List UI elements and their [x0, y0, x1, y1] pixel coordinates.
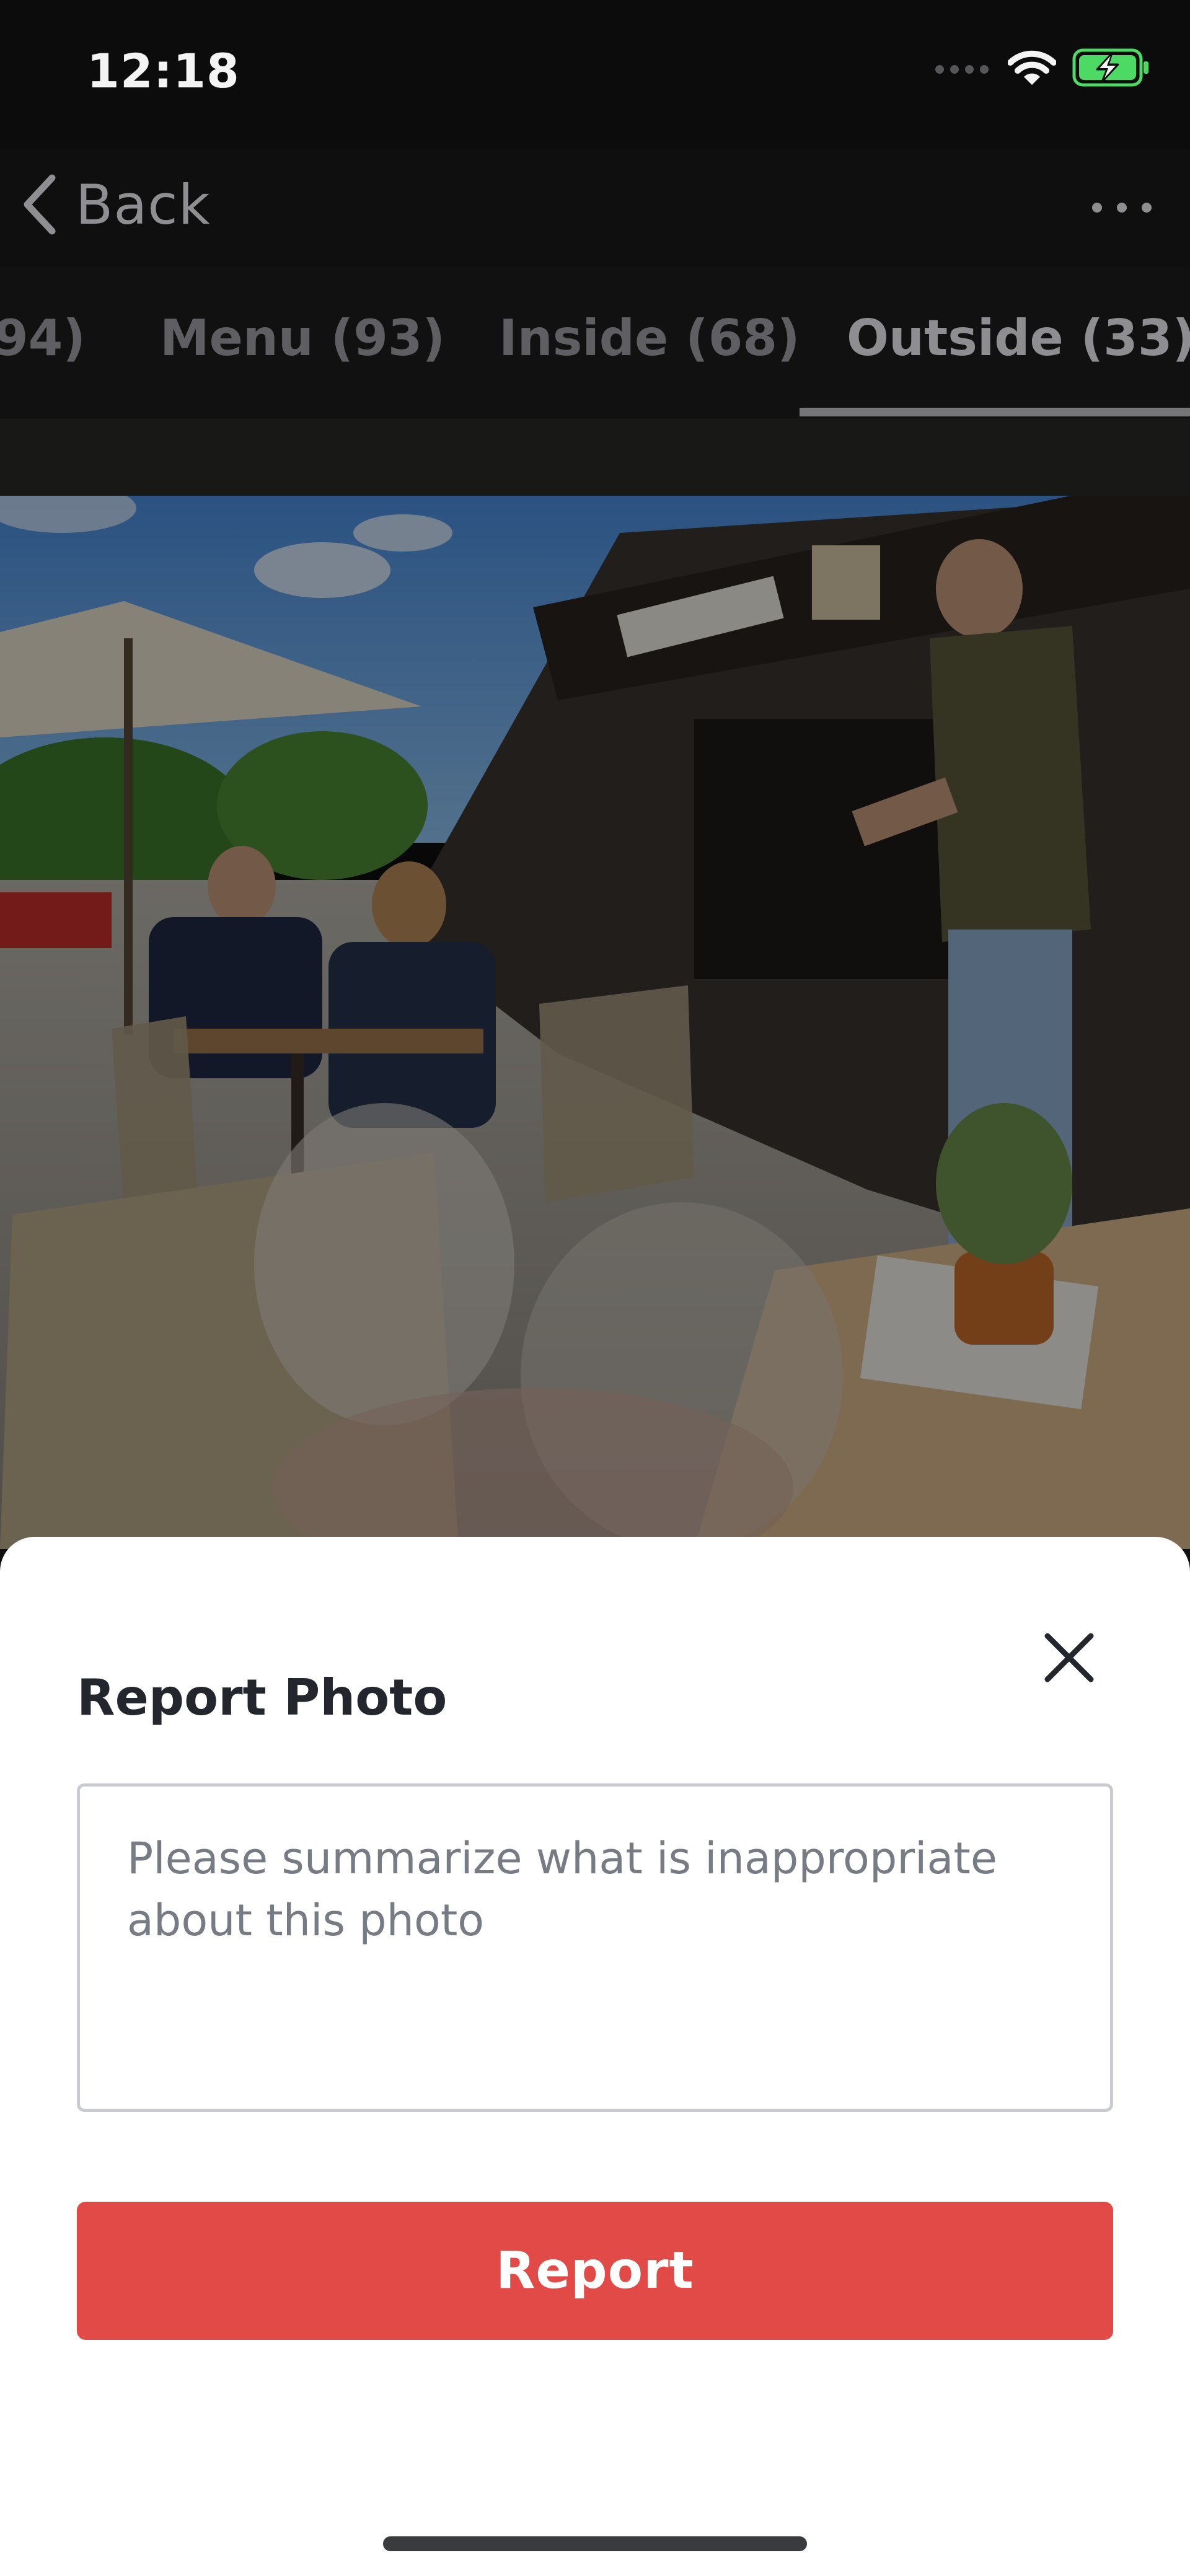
- photo-header-strip: [0, 418, 1190, 496]
- photo-category-tabs: 94) Menu (93) Inside (68) Outside (33): [0, 266, 1190, 418]
- more-horizontal-icon: [1092, 203, 1152, 213]
- photo-illustration: [0, 496, 1190, 1549]
- nav-bar: Back: [0, 149, 1190, 266]
- back-label: Back: [76, 172, 211, 237]
- tab-inside[interactable]: Inside (68): [499, 301, 800, 376]
- report-reason-textarea[interactable]: [77, 1783, 1113, 2112]
- tab-menu[interactable]: Menu (93): [160, 301, 445, 376]
- cellular-signal-icon: [935, 65, 989, 74]
- back-button[interactable]: Back: [22, 167, 211, 242]
- gallery-photo[interactable]: [0, 496, 1190, 1549]
- close-sheet-button[interactable]: [1035, 1624, 1103, 1692]
- status-time: 12:18: [87, 43, 240, 99]
- chevron-left-icon: [24, 174, 56, 235]
- home-indicator[interactable]: [383, 2536, 807, 2551]
- tab-outside[interactable]: Outside (33): [847, 301, 1190, 376]
- report-button[interactable]: Report: [77, 2202, 1113, 2340]
- status-bar: 12:18: [0, 0, 1190, 149]
- more-options-button[interactable]: [1078, 180, 1165, 235]
- close-icon: [1044, 1633, 1094, 1682]
- status-icons: [935, 48, 1150, 87]
- app-screen: 12:18 Back 94) Menu (93) Inside (68) Out…: [0, 0, 1190, 2576]
- report-photo-sheet: Report Photo Report: [0, 1537, 1190, 2576]
- sheet-title: Report Photo: [77, 1669, 447, 1726]
- active-tab-indicator: [800, 408, 1190, 416]
- battery-charging-icon: [1072, 48, 1148, 87]
- wifi-icon: [1008, 50, 1056, 85]
- tab-all[interactable]: 94): [0, 301, 86, 376]
